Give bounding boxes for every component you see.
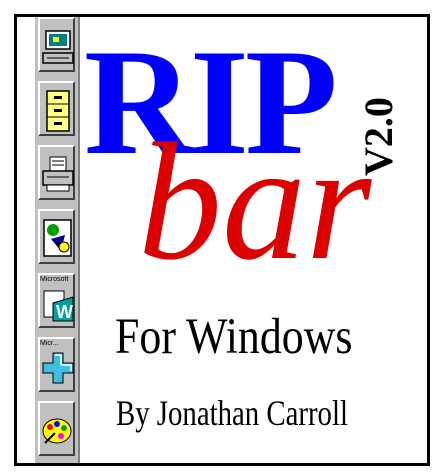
splash-card: Microsoft W Micr... RIP bar V2.0 For Win… xyxy=(0,0,442,472)
computer-icon xyxy=(42,30,74,64)
subtitle: For Windows xyxy=(115,309,353,365)
toolbar-button-print[interactable] xyxy=(38,145,75,200)
title-bar: bar xyxy=(138,109,372,295)
author-credit: By Jonathan Carroll xyxy=(116,393,348,433)
toolbar-button-paint[interactable] xyxy=(38,401,75,456)
toolbar-button-files[interactable] xyxy=(38,81,75,136)
word-icon: W xyxy=(43,290,74,322)
svg-text:W: W xyxy=(56,302,73,322)
plus-icon xyxy=(42,352,74,384)
paint-icon xyxy=(42,418,72,444)
toolbar-button-plus[interactable]: Micr... xyxy=(38,337,75,392)
toolbar-button-word[interactable]: Microsoft W xyxy=(38,273,75,328)
toolbar-button-label: Microsoft xyxy=(40,276,69,283)
ripbar-toolbar: Microsoft W Micr... xyxy=(33,17,80,463)
printer-icon xyxy=(42,156,74,192)
toolbar-button-presentation[interactable] xyxy=(38,209,75,264)
file-cabinet-icon xyxy=(46,90,70,132)
version-label: V2.0 xyxy=(356,97,401,176)
presentation-icon xyxy=(43,219,72,257)
toolbar-button-computer[interactable] xyxy=(38,17,75,72)
toolbar-button-label: Micr... xyxy=(40,340,59,347)
